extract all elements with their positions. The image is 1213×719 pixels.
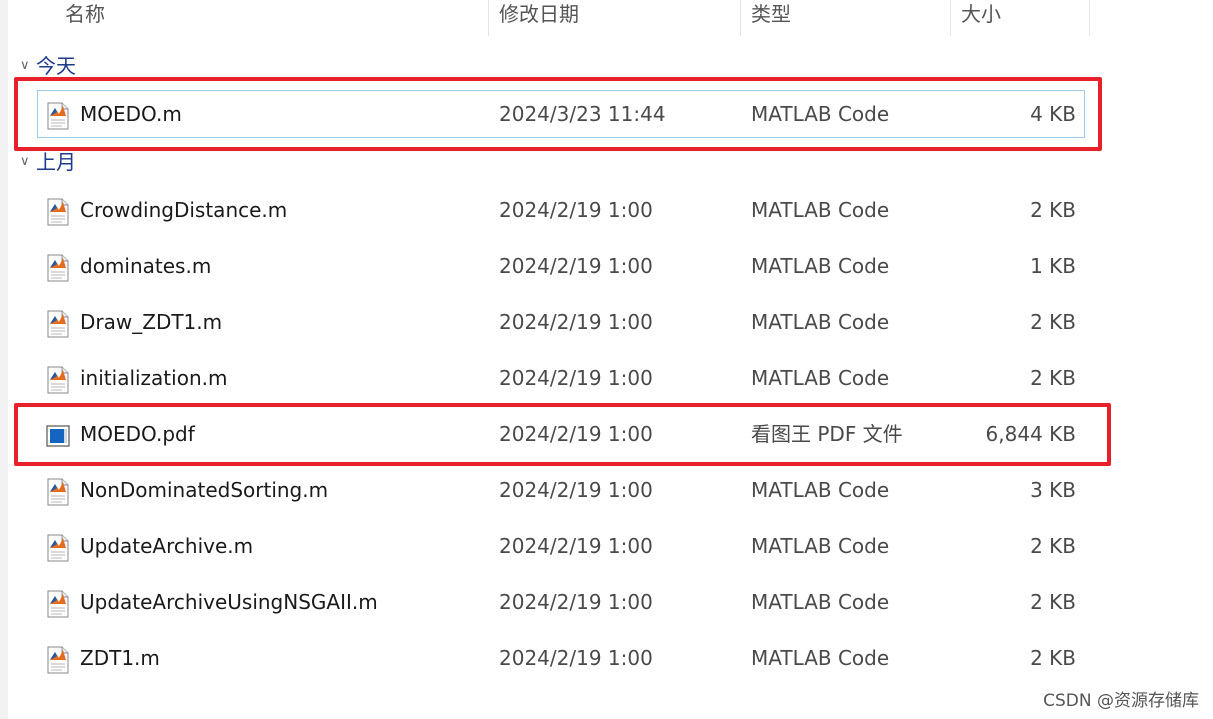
file-row[interactable]: ZDT1.m 2024/2/19 1:00 MATLAB Code 2 KB [38,635,1084,681]
column-divider[interactable] [1089,0,1090,36]
group-header[interactable]: ∨ 上月 [20,149,76,175]
file-modified-date: 2024/2/19 1:00 [499,198,653,222]
column-header-size[interactable]: 大小 [961,0,1001,30]
file-row[interactable]: Draw_ZDT1.m 2024/2/19 1:00 MATLAB Code 2 KB [38,299,1084,345]
matlab-file-icon [46,364,70,394]
file-name: Draw_ZDT1.m [80,310,223,334]
file-modified-date: 2024/2/19 1:00 [499,646,653,670]
column-header-bar: 名称 修改日期 类型 大小 [0,0,1213,36]
file-row[interactable]: dominates.m 2024/2/19 1:00 MATLAB Code 1 KB [38,243,1084,289]
matlab-file-icon [46,476,70,506]
file-type: MATLAB Code [751,478,890,502]
file-type: MATLAB Code [751,366,890,390]
matlab-file-icon [46,252,70,282]
chevron-down-icon[interactable]: ∨ [20,149,36,175]
file-name: CrowdingDistance.m [80,198,288,222]
file-name: UpdateArchive.m [80,534,254,558]
matlab-file-icon [46,196,70,226]
left-pane-edge [0,0,8,719]
matlab-file-icon [46,308,70,338]
file-row[interactable]: UpdateArchiveUsingNSGAII.m 2024/2/19 1:00… [38,579,1084,625]
file-row[interactable]: CrowdingDistance.m 2024/2/19 1:00 MATLAB C… [38,187,1084,233]
file-name: ZDT1.m [80,646,160,670]
file-row[interactable]: UpdateArchive.m 2024/2/19 1:00 MATLAB Code… [38,523,1084,569]
matlab-file-icon [46,644,70,674]
highlight-box-red [14,77,1102,151]
file-type: MATLAB Code [751,198,890,222]
file-row[interactable]: initialization.m 2024/2/19 1:00 MATLAB Cod… [38,355,1084,401]
file-name: dominates.m [80,254,212,278]
file-size: 2 KB [1030,534,1076,558]
file-modified-date: 2024/2/19 1:00 [499,534,653,558]
file-name: NonDominatedSorting.m [80,478,329,502]
file-modified-date: 2024/2/19 1:00 [499,366,653,390]
matlab-file-icon [46,588,70,618]
column-divider[interactable] [488,0,489,36]
file-modified-date: 2024/2/19 1:00 [499,254,653,278]
column-header-name[interactable]: 名称 [65,0,105,30]
watermark: CSDN @资源存储库 [1043,691,1199,711]
column-header-date[interactable]: 修改日期 [499,0,579,30]
file-type: MATLAB Code [751,254,890,278]
file-size: 2 KB [1030,198,1076,222]
file-size: 2 KB [1030,590,1076,614]
file-row[interactable]: NonDominatedSorting.m 2024/2/19 1:00 MATLA… [38,467,1084,513]
highlight-box-red [14,403,1111,466]
file-size: 2 KB [1030,366,1076,390]
file-type: MATLAB Code [751,534,890,558]
file-modified-date: 2024/2/19 1:00 [499,310,653,334]
group-label: 上月 [36,150,76,174]
file-type: MATLAB Code [751,590,890,614]
column-header-type[interactable]: 类型 [751,0,791,30]
group-label: 今天 [36,54,76,78]
column-divider[interactable] [740,0,741,36]
file-name: initialization.m [80,366,228,390]
file-size: 3 KB [1030,478,1076,502]
file-modified-date: 2024/2/19 1:00 [499,478,653,502]
file-type: MATLAB Code [751,310,890,334]
chevron-down-icon[interactable]: ∨ [20,53,36,79]
file-size: 1 KB [1030,254,1076,278]
file-size: 2 KB [1030,646,1076,670]
file-size: 2 KB [1030,310,1076,334]
file-type: MATLAB Code [751,646,890,670]
column-divider[interactable] [950,0,951,36]
file-name: UpdateArchiveUsingNSGAII.m [80,590,378,614]
group-header[interactable]: ∨ 今天 [20,53,76,79]
file-modified-date: 2024/2/19 1:00 [499,590,653,614]
matlab-file-icon [46,532,70,562]
